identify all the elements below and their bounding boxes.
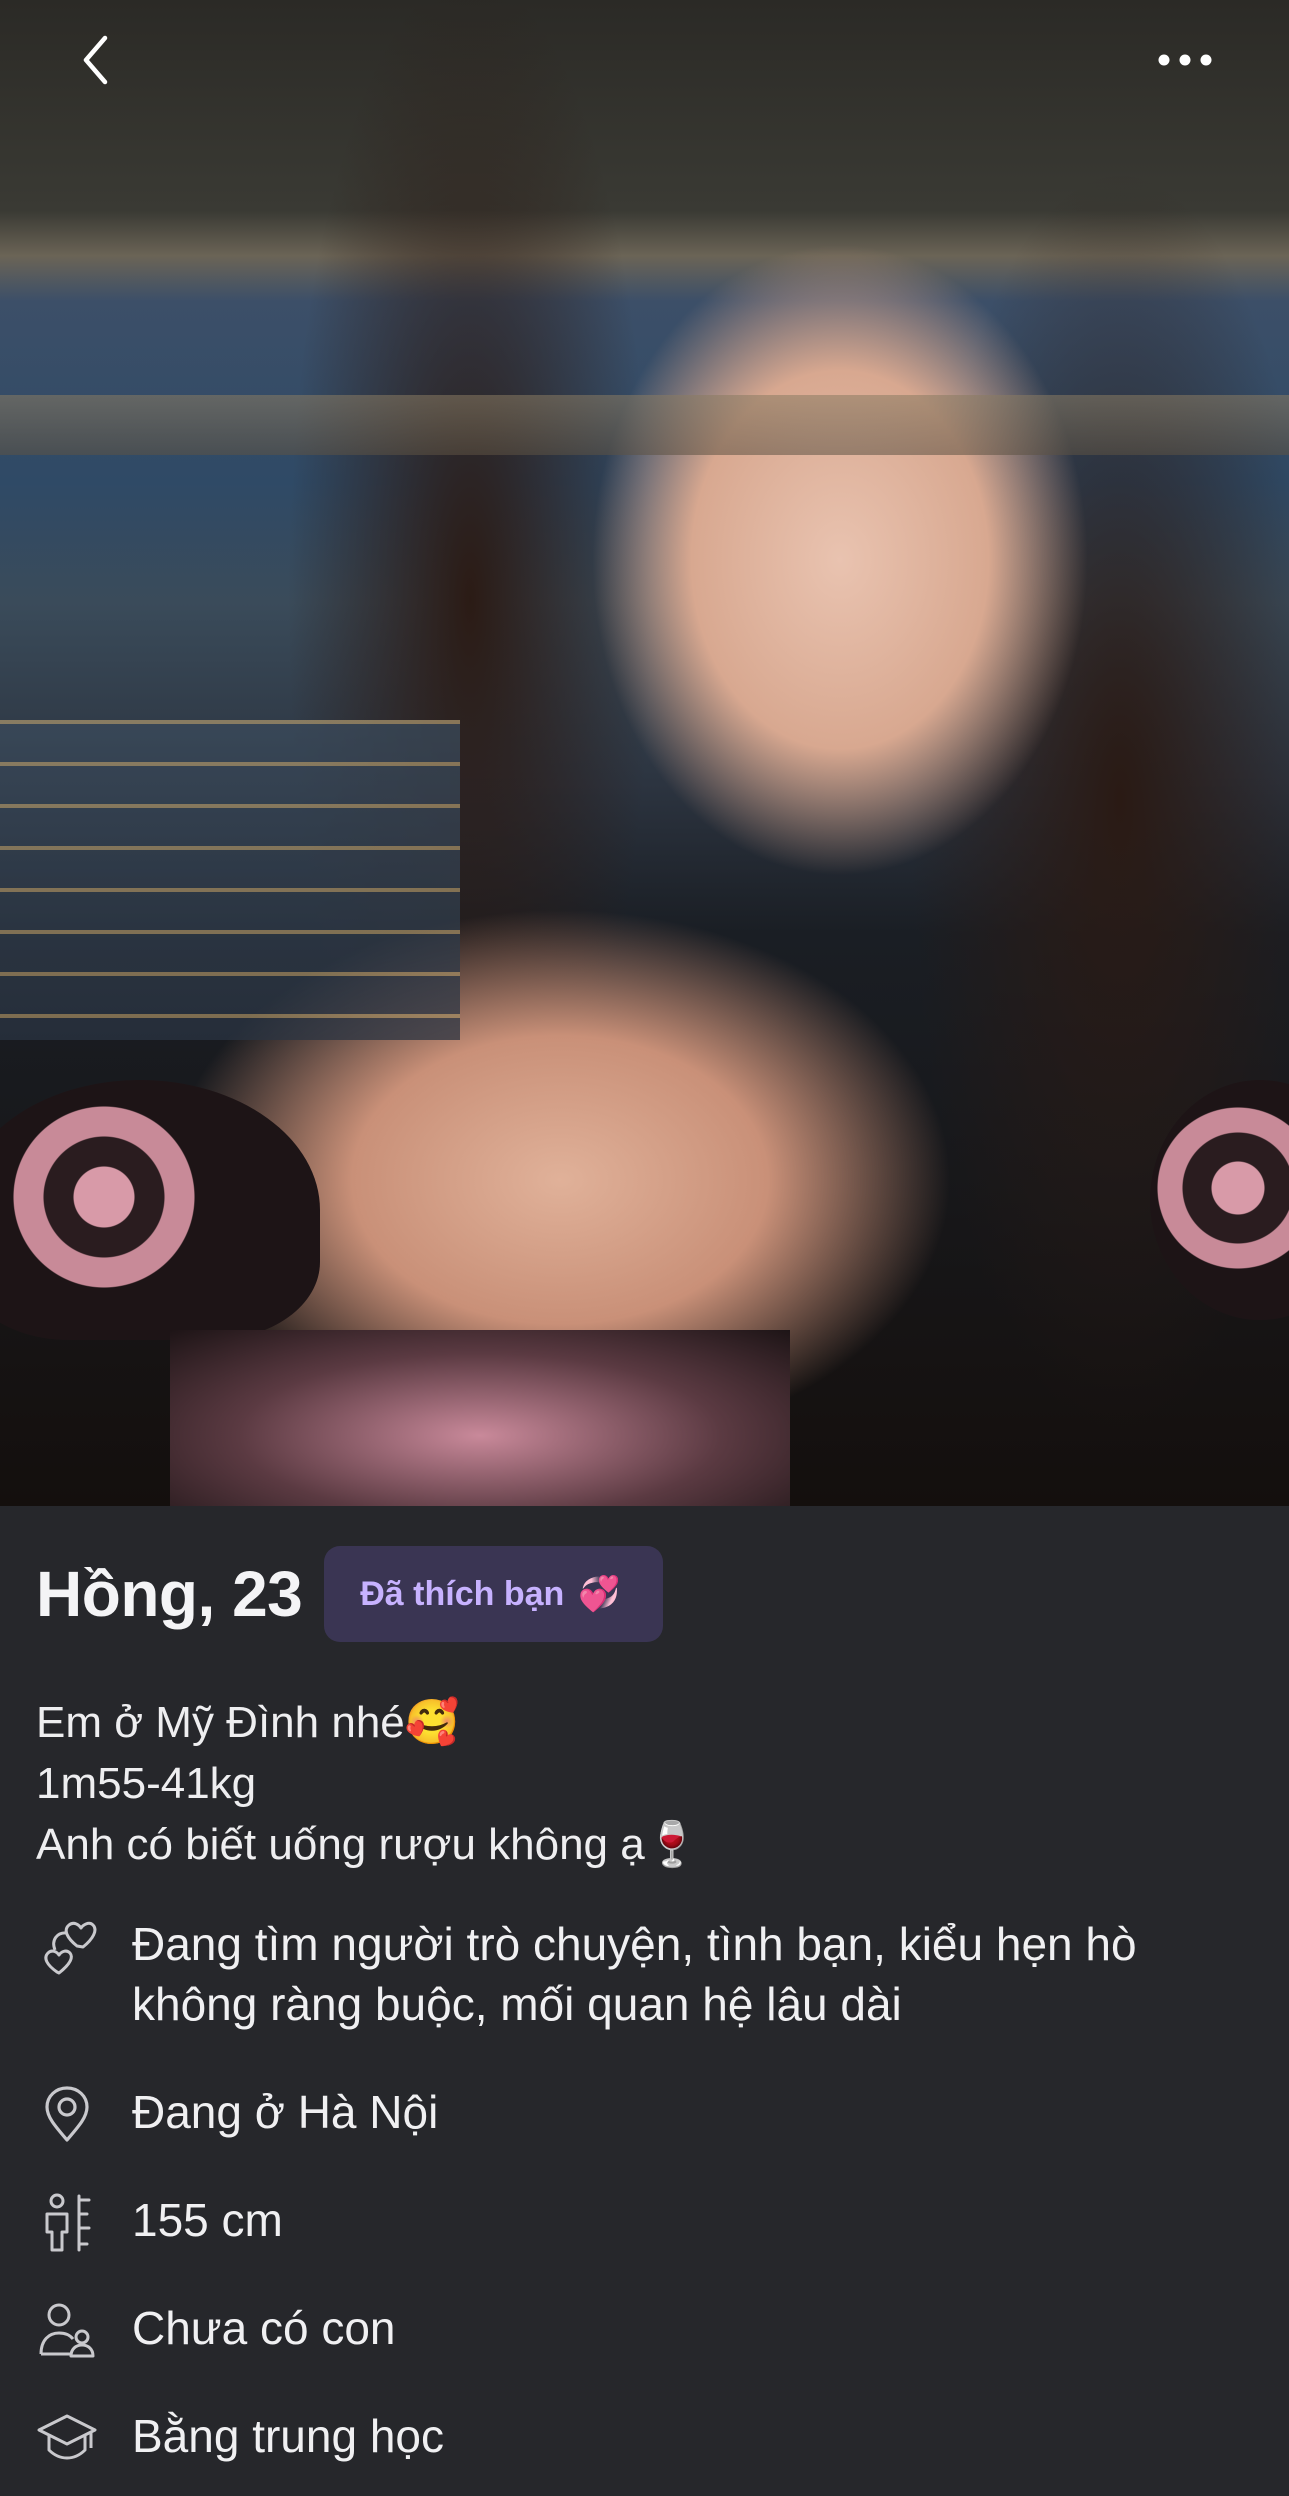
fact-children-text: Chưa có con — [132, 2302, 396, 2354]
education-icon — [36, 2408, 98, 2470]
children-icon — [36, 2300, 98, 2362]
fact-education: Bằng trung học — [36, 2406, 1276, 2470]
liked-badge-emoji: 💞 — [578, 1575, 621, 1613]
height-icon — [36, 2192, 98, 2254]
fact-height: 155 cm — [36, 2190, 1276, 2254]
liked-badge-label: Đã thích bạn — [360, 1574, 565, 1613]
more-horizontal-icon — [1158, 54, 1212, 66]
hearts-icon — [36, 1916, 98, 1978]
more-options-button[interactable] — [1150, 30, 1220, 90]
bio-line: 1m55-41kg — [36, 1759, 257, 1808]
name-row: Hồng, 23 Đã thích bạn 💞 — [36, 1546, 663, 1642]
back-button[interactable] — [66, 28, 126, 92]
fact-looking-for: Đang tìm người trò chuyện, tình bạn, kiể… — [36, 1914, 1276, 2034]
profile-bio: Em ở Mỹ Đình nhé🥰 1m55-41kg Anh có biết … — [36, 1692, 700, 1875]
fact-looking-for-text: Đang tìm người trò chuyện, tình bạn, kiể… — [132, 1918, 1137, 2030]
photo-dress-center — [170, 1330, 790, 1506]
location-pin-icon — [36, 2084, 98, 2146]
profile-name-age: Hồng, 23 — [36, 1558, 303, 1630]
profile-info-panel: Hồng, 23 Đã thích bạn 💞 Em ở Mỹ Đình nhé… — [0, 1506, 1289, 2496]
chevron-left-icon — [83, 35, 108, 85]
bio-line: Anh có biết uống rượu không ạ🍷 — [36, 1820, 700, 1869]
fact-education-text: Bằng trung học — [132, 2410, 445, 2462]
photo-dress-right — [1150, 1080, 1289, 1320]
bio-line: Em ở Mỹ Đình nhé🥰 — [36, 1698, 460, 1747]
fact-location: Đang ở Hà Nội — [36, 2082, 1276, 2146]
profile-photo[interactable] — [0, 0, 1289, 1506]
fact-location-text: Đang ở Hà Nội — [132, 2086, 439, 2138]
fact-height-text: 155 cm — [132, 2194, 283, 2246]
liked-you-badge: Đã thích bạn 💞 — [324, 1546, 663, 1642]
photo-background-city — [0, 720, 460, 1040]
photo-dress-left — [0, 1080, 320, 1340]
photo-background-window — [0, 395, 1289, 455]
fact-children: Chưa có con — [36, 2298, 1276, 2362]
